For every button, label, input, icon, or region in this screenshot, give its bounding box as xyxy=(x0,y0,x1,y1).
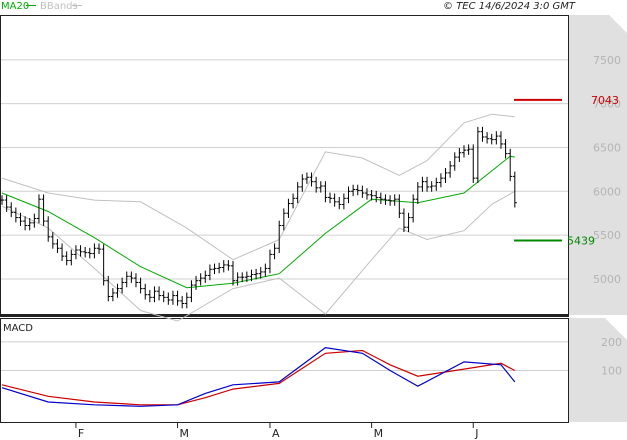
x-tick-f-0: F xyxy=(78,427,84,440)
legend-bbands: BBands xyxy=(40,1,78,12)
resistance-label: 7043 xyxy=(591,94,619,107)
support-label: 5439 xyxy=(567,235,595,248)
macd-y-tick-200: 200 xyxy=(601,336,622,349)
x-tick-m-3: M xyxy=(374,427,384,440)
copyright: © TEC 14/6/2024 3:0 GMT xyxy=(443,1,576,12)
y-tick-6000: 6000 xyxy=(593,185,621,198)
x-tick-m-1: M xyxy=(180,427,190,440)
x-tick-a-2: A xyxy=(272,427,280,440)
y-tick-5500: 5500 xyxy=(593,229,621,242)
macd-y-tick-100: 100 xyxy=(601,365,622,378)
legend-ma20: MA20 xyxy=(1,1,29,12)
x-tick-j-4: J xyxy=(474,427,478,440)
macd-label: MACD xyxy=(3,323,33,334)
y-tick-5000: 5000 xyxy=(593,273,621,286)
stock-chart: 500055006000650070007500100200 FMAMJ MA2… xyxy=(0,1,627,440)
x-tick-labels: FMAMJ xyxy=(75,422,478,440)
y-tick-6500: 6500 xyxy=(593,141,621,154)
y-tick-7500: 7500 xyxy=(593,54,621,67)
